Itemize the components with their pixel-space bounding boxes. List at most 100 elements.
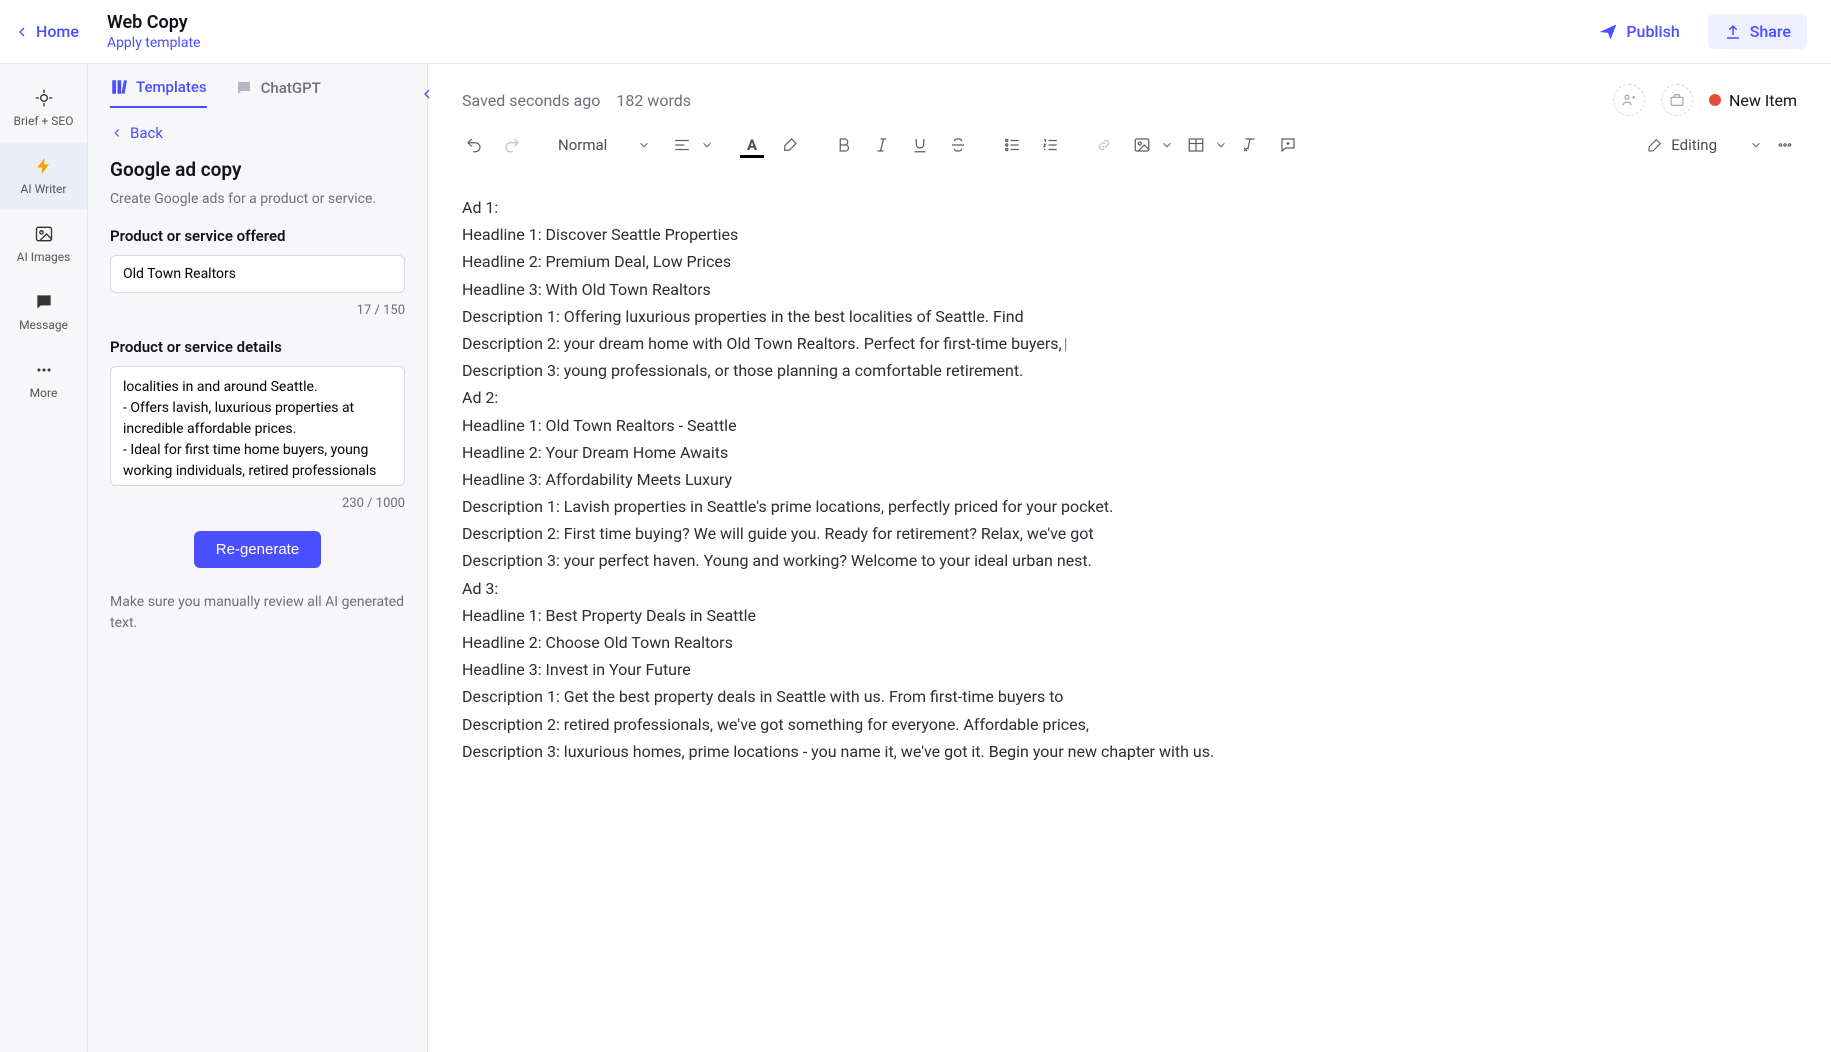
item-status-label: New Item [1729, 91, 1797, 110]
redo-icon [503, 136, 521, 154]
doc-line[interactable]: Description 1: Get the best property dea… [462, 683, 1797, 710]
italic-icon [873, 136, 891, 154]
briefcase-icon [1669, 92, 1685, 108]
doc-line[interactable]: Headline 2: Premium Deal, Low Prices [462, 248, 1797, 275]
home-button[interactable]: Home [14, 22, 79, 41]
chevron-down-icon [1749, 138, 1763, 152]
rail-writer-label: AI Writer [21, 182, 67, 196]
publish-button[interactable]: Publish [1598, 22, 1679, 42]
doc-line[interactable]: Headline 1: Old Town Realtors - Seattle [462, 412, 1797, 439]
insert-table-dropdown[interactable] [1180, 130, 1228, 160]
doc-line[interactable]: Description 2: your dream home with Old … [462, 330, 1797, 357]
main: Brief + SEO AI Writer AI Images Message … [0, 64, 1831, 1052]
share-button[interactable]: Share [1708, 14, 1807, 49]
editor-toolbar: Normal A [428, 124, 1831, 166]
bullet-list-icon [1003, 136, 1021, 154]
image-icon [34, 224, 54, 244]
editing-mode-select[interactable]: Editing [1647, 136, 1763, 154]
doc-line[interactable]: Headline 3: With Old Town Realtors [462, 276, 1797, 303]
highlight-color-button[interactable] [774, 130, 806, 160]
doc-line[interactable]: Ad 2: [462, 384, 1797, 411]
doc-line[interactable]: Description 2: retired professionals, we… [462, 711, 1797, 738]
chevron-left-icon [110, 126, 124, 140]
strikethrough-button[interactable] [942, 130, 974, 160]
back-button[interactable]: Back [110, 124, 405, 142]
doc-line[interactable]: Headline 2: Your Dream Home Awaits [462, 439, 1797, 466]
item-status-badge[interactable]: New Item [1709, 91, 1797, 110]
chevron-down-icon [637, 138, 651, 152]
doc-line[interactable]: Description 3: luxurious homes, prime lo… [462, 738, 1797, 765]
review-note: Make sure you manually review all AI gen… [110, 592, 405, 634]
bolt-icon [34, 156, 54, 176]
doc-line[interactable]: Description 3: your perfect haven. Young… [462, 547, 1797, 574]
document-body[interactable]: Ad 1:Headline 1: Discover Seattle Proper… [428, 166, 1831, 1052]
underline-icon [911, 136, 929, 154]
table-icon [1187, 136, 1205, 154]
comment-button[interactable] [1272, 130, 1304, 160]
paragraph-style-value: Normal [558, 136, 607, 154]
insert-image-dropdown[interactable] [1126, 130, 1174, 160]
rail-brief[interactable]: Brief + SEO [0, 74, 87, 142]
icon-rail: Brief + SEO AI Writer AI Images Message … [0, 64, 88, 1052]
product-input[interactable] [110, 255, 405, 293]
word-count: 182 words [616, 91, 691, 110]
title-block: Web Copy Apply template [107, 12, 201, 51]
bullet-list-button[interactable] [996, 130, 1028, 160]
strikethrough-icon [949, 136, 967, 154]
numbered-list-icon [1041, 136, 1059, 154]
paragraph-style-select[interactable]: Normal [550, 130, 660, 160]
comment-icon [1279, 136, 1297, 154]
doc-line[interactable]: Description 1: Lavish properties in Seat… [462, 493, 1797, 520]
doc-line[interactable]: Headline 2: Choose Old Town Realtors [462, 629, 1797, 656]
bold-button[interactable] [828, 130, 860, 160]
numbered-list-button[interactable] [1034, 130, 1066, 160]
doc-line[interactable]: Headline 1: Discover Seattle Properties [462, 221, 1797, 248]
status-dot-icon [1709, 94, 1721, 106]
doc-line[interactable]: Headline 3: Affordability Meets Luxury [462, 466, 1797, 493]
regenerate-button[interactable]: Re-generate [194, 531, 321, 568]
doc-line[interactable]: Description 2: First time buying? We wil… [462, 520, 1797, 547]
chevron-down-icon [1214, 138, 1228, 152]
doc-line[interactable]: Headline 1: Best Property Deals in Seatt… [462, 602, 1797, 629]
editor-head: Saved seconds ago 182 words New Item [428, 64, 1831, 124]
briefcase-button[interactable] [1661, 84, 1693, 116]
apply-template-link[interactable]: Apply template [107, 35, 201, 51]
add-collaborator-button[interactable] [1613, 84, 1645, 116]
rail-writer[interactable]: AI Writer [0, 142, 87, 210]
italic-button[interactable] [866, 130, 898, 160]
doc-line[interactable]: Ad 3: [462, 575, 1797, 602]
align-left-icon [673, 136, 691, 154]
clear-format-button[interactable] [1234, 130, 1266, 160]
upload-icon [1724, 23, 1742, 41]
share-label: Share [1750, 22, 1791, 41]
chatbubble-icon [235, 79, 253, 97]
editor: Saved seconds ago 182 words New Item Nor… [428, 64, 1831, 1052]
dots-icon [34, 360, 54, 380]
undo-button[interactable] [458, 130, 490, 160]
panel-body: Back Google ad copy Create Google ads fo… [88, 108, 427, 650]
details-textarea[interactable] [110, 366, 405, 486]
tab-chatgpt[interactable]: ChatGPT [235, 78, 321, 108]
send-icon [1598, 22, 1618, 42]
doc-line[interactable]: Description 3: young professionals, or t… [462, 357, 1797, 384]
align-dropdown[interactable] [666, 130, 714, 160]
rail-message[interactable]: Message [0, 278, 87, 346]
dots-icon [1776, 136, 1794, 154]
tab-chatgpt-label: ChatGPT [261, 79, 321, 97]
tab-templates[interactable]: Templates [110, 78, 207, 108]
underline-button[interactable] [904, 130, 936, 160]
doc-line[interactable]: Headline 3: Invest in Your Future [462, 656, 1797, 683]
redo-button[interactable] [496, 130, 528, 160]
doc-line[interactable]: Description 1: Offering luxurious proper… [462, 303, 1797, 330]
chevron-left-icon [14, 24, 30, 40]
rail-more[interactable]: More [0, 346, 87, 414]
collapse-panel-button[interactable] [417, 78, 437, 110]
link-button[interactable] [1088, 130, 1120, 160]
doc-line[interactable]: Ad 1: [462, 194, 1797, 221]
product-counter: 17 / 150 [110, 303, 405, 318]
text-color-button[interactable]: A [736, 130, 768, 160]
details-counter: 230 / 1000 [110, 496, 405, 511]
rail-images[interactable]: AI Images [0, 210, 87, 278]
chevron-left-icon [419, 86, 435, 102]
more-menu-button[interactable] [1769, 130, 1801, 160]
